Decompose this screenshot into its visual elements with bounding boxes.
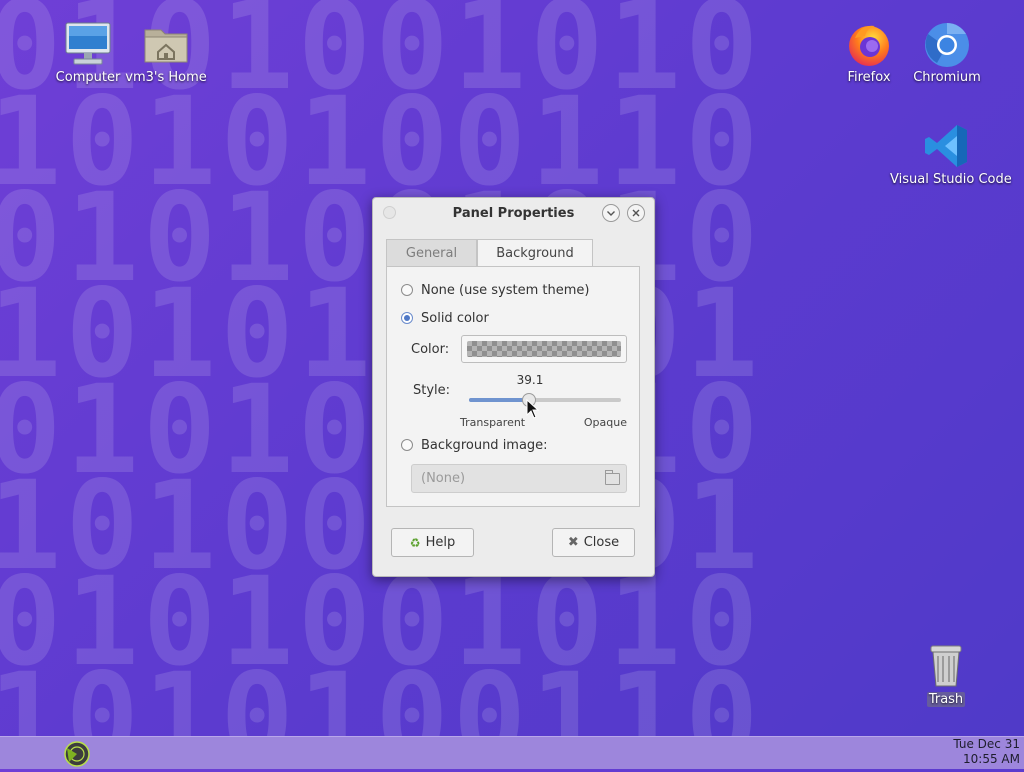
style-slider[interactable] xyxy=(469,393,621,407)
desktop-icon-label: Chromium xyxy=(913,70,981,85)
tab-general[interactable]: General xyxy=(386,239,477,266)
close-window-button[interactable] xyxy=(627,204,645,222)
background-page: None (use system theme) Solid color Colo… xyxy=(386,266,640,507)
close-icon: ✖ xyxy=(567,535,579,550)
minimize-button[interactable] xyxy=(602,204,620,222)
image-file-value: (None) xyxy=(421,471,466,486)
desktop-icon-chromium[interactable]: Chromium xyxy=(899,20,995,85)
radio-button[interactable] xyxy=(401,284,413,296)
color-label: Color: xyxy=(411,342,450,357)
desktop-icon-label: Computer xyxy=(55,70,121,85)
radio-solid-color[interactable]: Solid color xyxy=(401,309,489,327)
close-button-label: Close xyxy=(583,535,620,550)
folder-icon xyxy=(605,470,620,485)
style-value: 39.1 xyxy=(516,373,544,387)
radio-image-label: Background image: xyxy=(421,437,548,453)
close-icon xyxy=(632,209,640,217)
desktop-icon-vscode[interactable]: Visual Studio Code xyxy=(888,122,1012,187)
mouse-cursor-icon xyxy=(526,399,540,419)
color-swatch xyxy=(467,341,621,357)
radio-background-image[interactable]: Background image: xyxy=(401,436,548,454)
clock-date: Tue Dec 31 xyxy=(953,737,1020,751)
help-icon: ♻ xyxy=(409,535,421,550)
desktop-icon-label: Trash xyxy=(926,692,966,707)
image-file-chooser[interactable]: (None) xyxy=(411,464,627,493)
close-button[interactable]: ✖ Close xyxy=(552,528,635,557)
dialog-titlebar[interactable]: Panel Properties xyxy=(373,198,654,228)
opaque-mark: Opaque xyxy=(583,416,627,429)
wallpaper-row: 1010100110 xyxy=(0,647,763,736)
menu-logo-icon xyxy=(64,741,90,767)
computer-icon xyxy=(64,20,112,68)
vscode-icon xyxy=(923,122,971,170)
transparent-mark: Transparent xyxy=(460,416,526,429)
help-button-label: Help xyxy=(425,535,456,550)
radio-solid-label: Solid color xyxy=(421,310,489,326)
desktop-icon-label: vm3's Home xyxy=(125,70,207,85)
clock[interactable]: Tue Dec 31 10:55 AM xyxy=(930,737,1020,767)
application-menu-button[interactable] xyxy=(62,740,92,768)
radio-none[interactable]: None (use system theme) xyxy=(401,281,589,299)
style-label: Style: xyxy=(413,383,451,398)
tab-background[interactable]: Background xyxy=(477,239,593,266)
panel-properties-dialog: Panel Properties General Background None… xyxy=(372,197,655,577)
desktop-icon-label: Visual Studio Code xyxy=(890,172,1012,187)
clock-time: 10:55 AM xyxy=(963,752,1020,766)
color-picker-button[interactable] xyxy=(461,335,627,363)
properties-notebook: General Background None (use system them… xyxy=(386,239,640,507)
chevron-down-icon xyxy=(607,211,615,216)
chromium-icon xyxy=(923,20,971,68)
home-folder-icon xyxy=(142,20,190,68)
slider-fill xyxy=(469,398,529,402)
taskbar: Tue Dec 31 10:55 AM xyxy=(0,736,1024,769)
radio-button[interactable] xyxy=(401,439,413,451)
firefox-icon xyxy=(845,20,893,68)
radio-button[interactable] xyxy=(401,312,413,324)
help-button[interactable]: ♻ Help xyxy=(391,528,474,557)
trash-icon xyxy=(922,642,970,690)
desktop-icon-home[interactable]: vm3's Home xyxy=(118,20,214,85)
radio-none-label: None (use system theme) xyxy=(421,282,590,298)
desktop-icon-label: Firefox xyxy=(847,70,891,85)
desktop-icon-trash[interactable]: Trash xyxy=(898,642,994,707)
